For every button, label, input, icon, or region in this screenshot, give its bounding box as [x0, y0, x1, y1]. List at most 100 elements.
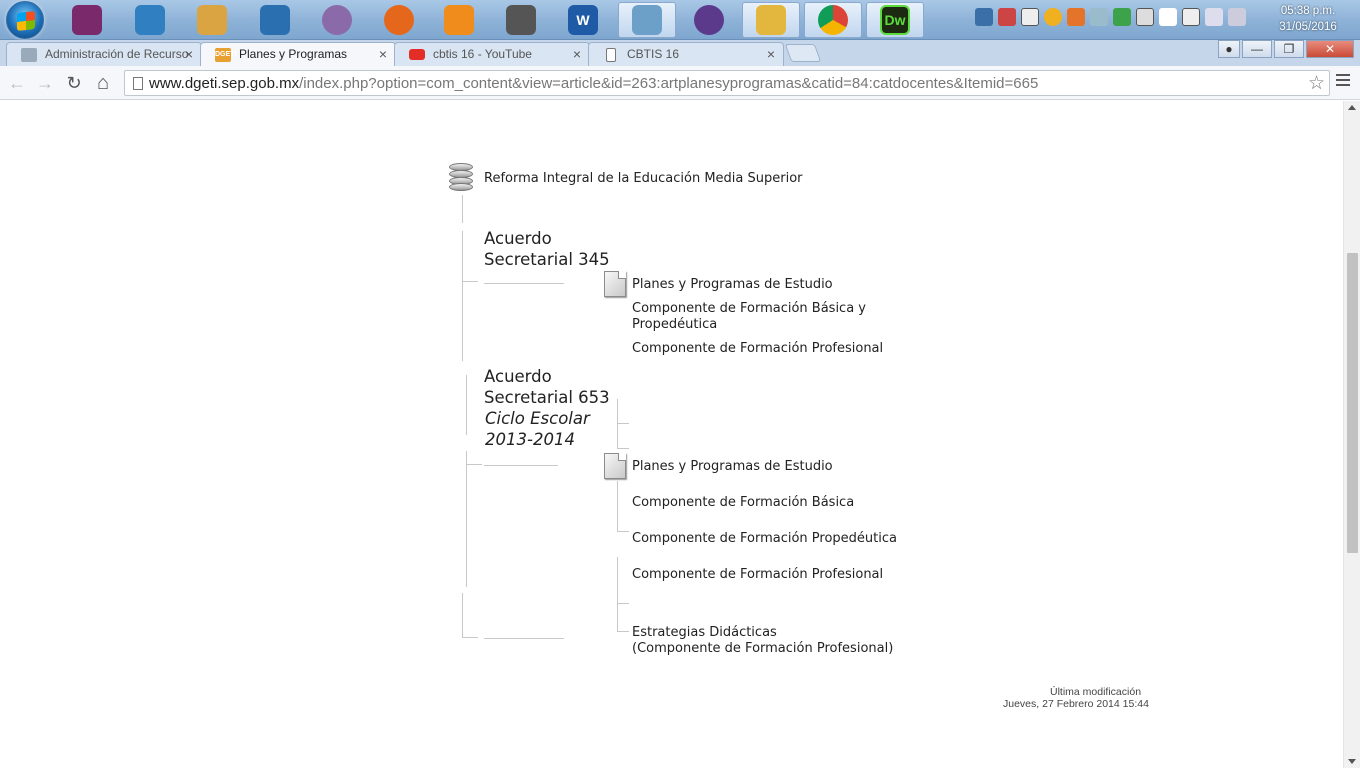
- close-tab-icon[interactable]: ×: [767, 46, 775, 62]
- taskbar-app-button[interactable]: [308, 2, 366, 38]
- browser-toolbar: ← → ↻ ⌂ www.dgeti.sep.gob.mx/index.php?o…: [0, 66, 1360, 100]
- close-tab-icon[interactable]: ×: [185, 46, 193, 62]
- acuerdo-345-line1: Acuerdo: [484, 229, 552, 248]
- tab-title: Administración de Recurso: [45, 47, 189, 61]
- tray-app-icon[interactable]: [998, 8, 1016, 26]
- system-tray: [975, 8, 1246, 26]
- winrar-icon: [72, 5, 102, 35]
- scroll-up-icon[interactable]: [1348, 105, 1356, 110]
- minimize-button[interactable]: —: [1242, 40, 1272, 58]
- comp-profesional-345-link[interactable]: Componente de Formación Profesional: [632, 341, 883, 357]
- comp-basica-propedeutica-line2[interactable]: Propedéutica: [632, 317, 717, 333]
- page-content: Reforma Integral de la Educación Media S…: [0, 101, 1343, 768]
- taskbar-app-button[interactable]: [121, 2, 179, 38]
- back-button[interactable]: ←: [6, 72, 28, 94]
- estrategias-line2[interactable]: (Componente de Formación Profesional): [632, 641, 893, 657]
- youtube-icon: [409, 49, 425, 60]
- tray-java-icon[interactable]: [1067, 8, 1085, 26]
- taskbar-app-button[interactable]: W: [554, 2, 612, 38]
- start-button-icon[interactable]: [6, 1, 44, 39]
- close-window-button[interactable]: ✕: [1306, 40, 1354, 58]
- page-info-icon[interactable]: [133, 77, 143, 90]
- taskbar-app-button[interactable]: [492, 2, 550, 38]
- tab-youtube[interactable]: cbtis 16 - YouTube ×: [394, 42, 590, 66]
- window-controls: ● — ❐ ✕: [1216, 40, 1354, 58]
- tray-update-icon[interactable]: [1044, 8, 1062, 26]
- dgeti-icon: DGETI: [215, 48, 236, 62]
- cat-app-icon: [694, 5, 724, 35]
- taskbar-app-button[interactable]: [58, 2, 116, 38]
- url-text[interactable]: www.dgeti.sep.gob.mx/index.php?option=co…: [149, 75, 1038, 92]
- taskbar-app-button[interactable]: [618, 2, 676, 38]
- address-bar[interactable]: www.dgeti.sep.gob.mx/index.php?option=co…: [124, 70, 1330, 96]
- bookmark-star-icon[interactable]: ☆: [1308, 72, 1325, 95]
- tray-usb-icon[interactable]: [1182, 8, 1200, 26]
- tray-flag-icon[interactable]: [1021, 8, 1039, 26]
- comp-basica-propedeutica-line1[interactable]: Componente de Formación Básica y: [632, 301, 866, 317]
- last-modified-date: Jueves, 27 Febrero 2014 15:44: [1003, 698, 1149, 710]
- taskbar-app-button[interactable]: [370, 2, 428, 38]
- plan-345-link[interactable]: Planes y Programas de Estudio: [632, 277, 833, 293]
- ciclo-escolar-years: 2013-2014: [485, 430, 575, 449]
- close-tab-icon[interactable]: ×: [573, 46, 581, 62]
- tray-check-icon[interactable]: [1090, 8, 1108, 26]
- user-profile-button[interactable]: ●: [1218, 40, 1240, 58]
- paint-icon: [197, 5, 227, 35]
- chrome-menu-icon[interactable]: [1336, 74, 1350, 89]
- tree-root-label[interactable]: Reforma Integral de la Educación Media S…: [484, 171, 803, 187]
- acuerdo-345-line2: Secretarial 345: [484, 250, 610, 269]
- browser-tab-strip: Administración de Recurso × DGETI Planes…: [0, 40, 1360, 67]
- home-button[interactable]: ⌂: [92, 72, 114, 94]
- tray-green-icon[interactable]: [1113, 8, 1131, 26]
- taskbar-app-button[interactable]: [742, 2, 800, 38]
- taskbar-app-button[interactable]: Dw: [866, 2, 924, 38]
- forward-button[interactable]: →: [34, 72, 56, 94]
- media-player-icon: [444, 5, 474, 35]
- document-icon: [604, 271, 626, 297]
- taskbar-app-button[interactable]: [804, 2, 862, 38]
- tab-title: Planes y Programas: [239, 47, 348, 61]
- tab-administracion[interactable]: Administración de Recurso ×: [6, 42, 202, 66]
- vertical-scrollbar[interactable]: [1343, 101, 1360, 768]
- scroll-down-icon[interactable]: [1348, 759, 1356, 764]
- sgeti-icon: [21, 48, 37, 62]
- clock[interactable]: 05:38 p.m. 31/05/2016: [1268, 3, 1348, 35]
- tray-volume-icon[interactable]: [1205, 8, 1223, 26]
- word-icon: W: [568, 5, 598, 35]
- clock-date: 31/05/2016: [1279, 21, 1337, 33]
- dreamweaver-icon: Dw: [880, 5, 910, 35]
- close-tab-icon[interactable]: ×: [379, 46, 387, 62]
- tab-planes-y-programas[interactable]: DGETI Planes y Programas ×: [200, 42, 396, 67]
- new-tab-button[interactable]: [784, 44, 822, 62]
- acuerdo-653-line2: Secretarial 653: [484, 388, 610, 407]
- page-icon: [606, 48, 616, 62]
- taskbar-app-button[interactable]: [680, 2, 738, 38]
- windows-taskbar: W Dw 05:38 p.m. 31/05/2016: [0, 0, 1360, 40]
- scanner-icon: [260, 5, 290, 35]
- taskbar-app-button[interactable]: [246, 2, 304, 38]
- control-panel-icon: [135, 5, 165, 35]
- dvd-icon: [322, 5, 352, 35]
- scrollbar-thumb[interactable]: [1347, 253, 1358, 553]
- document-icon: [604, 453, 626, 479]
- taskbar-app-button[interactable]: [183, 2, 241, 38]
- file-explorer-icon: [756, 5, 786, 35]
- programs-tree: Reforma Integral de la Educación Media S…: [447, 161, 897, 657]
- tray-windows-icon[interactable]: [1159, 8, 1177, 26]
- tab-cbtis16[interactable]: CBTIS 16 ×: [588, 42, 784, 66]
- comp-propedeutica-link[interactable]: Componente de Formación Propedéutica: [632, 531, 897, 547]
- comp-basica-link[interactable]: Componente de Formación Básica: [632, 495, 854, 511]
- tray-signal-icon[interactable]: [1228, 8, 1246, 26]
- plan-653-link[interactable]: Planes y Programas de Estudio: [632, 459, 833, 475]
- restore-button[interactable]: ❐: [1274, 40, 1304, 58]
- taskbar-app-button[interactable]: [430, 2, 488, 38]
- last-modified-label: Última modificación: [1050, 686, 1142, 698]
- estrategias-line1[interactable]: Estrategias Didácticas: [632, 625, 777, 641]
- tab-title: cbtis 16 - YouTube: [433, 47, 532, 61]
- tray-network-icon[interactable]: [975, 8, 993, 26]
- comp-profesional-653-link[interactable]: Componente de Formación Profesional: [632, 567, 883, 583]
- firefox-icon: [384, 5, 414, 35]
- tray-monitor-icon[interactable]: [1136, 8, 1154, 26]
- clock-time: 05:38 p.m.: [1280, 5, 1336, 17]
- reload-button[interactable]: ↻: [63, 72, 85, 94]
